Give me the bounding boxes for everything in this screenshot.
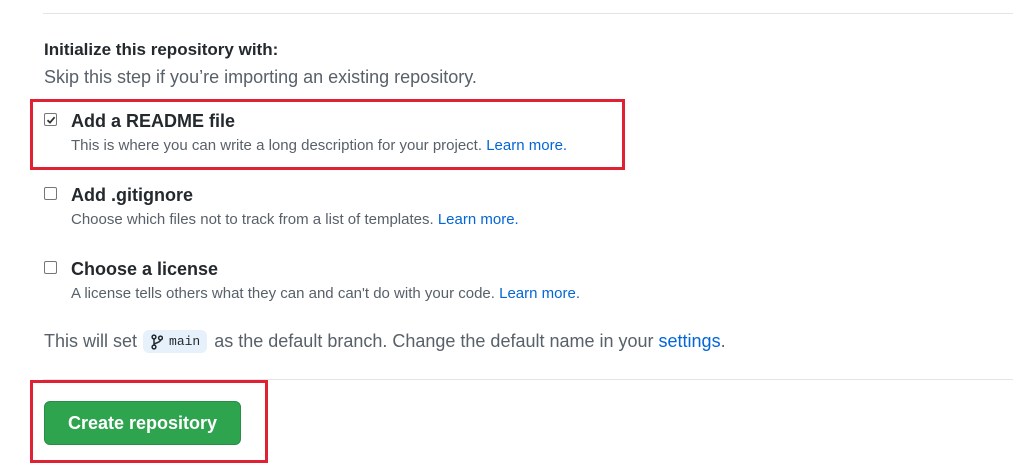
repository-init-panel: Initialize this repository with: Skip th… [0,0,1024,474]
init-heading: Initialize this repository with: [44,40,279,59]
branch-note-suffix: . [720,331,726,351]
gitignore-option-title[interactable]: Add .gitignore [71,185,193,206]
readme-option-description: This is where you can write a long descr… [71,137,567,154]
gitignore-learn-more-link[interactable]: Learn more. [438,211,519,228]
branch-name-badge: main [143,330,208,353]
branch-note-middle: as the default branch. Change the defaul… [214,331,654,351]
gitignore-option-description: Choose which files not to track from a l… [71,211,519,228]
readme-description-text: This is where you can write a long descr… [71,137,483,154]
license-option-description: A license tells others what they can and… [71,285,580,302]
create-repository-button[interactable]: Create repository [44,401,241,445]
branch-note-prefix: This will set [44,331,138,351]
license-learn-more-link[interactable]: Learn more. [499,285,580,302]
license-description-text: A license tells others what they can and… [71,285,495,302]
init-subheading: Skip this step if you’re importing an ex… [44,67,477,87]
license-checkbox[interactable] [44,261,57,274]
readme-option-title[interactable]: Add a README file [71,111,235,132]
license-option-title[interactable]: Choose a license [71,259,218,280]
readme-checkbox[interactable] [44,113,57,126]
top-divider [43,13,1013,14]
default-branch-note: This will set main as the default branch… [44,330,726,353]
branch-name: main [169,334,201,349]
settings-link[interactable]: settings [659,331,721,352]
git-branch-icon [151,333,164,350]
readme-learn-more-link[interactable]: Learn more. [486,137,567,154]
readme-highlight-box [30,99,625,170]
check-icon [46,116,56,124]
gitignore-description-text: Choose which files not to track from a l… [71,211,434,228]
bottom-divider [43,379,1013,380]
gitignore-checkbox[interactable] [44,187,57,200]
